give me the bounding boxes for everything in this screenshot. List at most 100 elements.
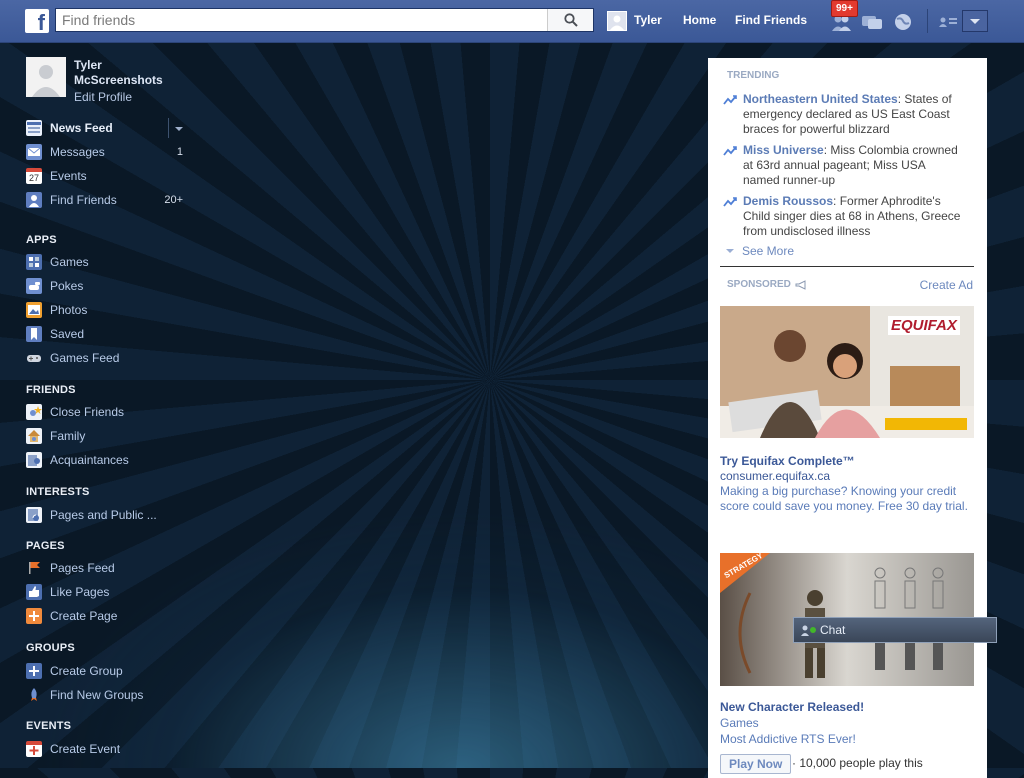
sidebar-item-label: Like Pages (50, 585, 110, 599)
messages-icon[interactable] (861, 12, 883, 32)
flag-icon (26, 560, 42, 576)
sidebar-item-label: Pages and Public ... (50, 508, 157, 522)
equifax-logo: EQUIFAX (888, 316, 960, 335)
sidebar-item-games[interactable]: Games (26, 251, 186, 273)
bookmark-icon (26, 326, 42, 342)
sidebar-item-create-page[interactable]: Create Page (26, 605, 186, 627)
acquaintances-icon (26, 452, 42, 468)
profile-last-name[interactable]: McScreenshots (74, 73, 163, 88)
sidebar-item-saved[interactable]: Saved (26, 323, 186, 345)
play-now-button[interactable]: Play Now (720, 754, 792, 774)
ad-category[interactable]: Games (720, 716, 976, 731)
sponsored-label: SPONSORED (727, 279, 791, 290)
user-avatar[interactable] (607, 11, 627, 31)
ad-url[interactable]: consumer.equifax.ca (720, 469, 976, 484)
section-heading-events[interactable]: EVENTS (26, 720, 71, 732)
sidebar-item-find-new-groups[interactable]: Find New Groups (26, 684, 186, 706)
ad-title[interactable]: Try Equifax Complete™ (720, 454, 855, 468)
sidebar-item-events[interactable]: 27 Events (26, 165, 186, 187)
sidebar-item-label: Games (50, 255, 89, 269)
trending-item[interactable]: Northeastern United States: States of em… (723, 92, 963, 137)
game-controller-icon (26, 350, 42, 366)
search-input[interactable] (56, 9, 560, 31)
section-heading-apps[interactable]: APPS (26, 234, 57, 246)
news-feed-options-chevron-icon[interactable] (175, 127, 183, 131)
sidebar-item-label: Find Friends (50, 193, 117, 207)
sidebar-item-like-pages[interactable]: Like Pages (26, 581, 186, 603)
sidebar-item-pages-and-public[interactable]: Pages and Public ... (26, 504, 186, 526)
sidebar-item-label: Create Group (50, 664, 123, 678)
equifax-ad-image[interactable]: EQUIFAX (720, 306, 974, 438)
find-friends-link[interactable]: Find Friends (735, 13, 807, 27)
sidebar-item-acquaintances[interactable]: Acquaintances (26, 449, 186, 471)
trending-topic[interactable]: Northeastern United States (743, 92, 898, 106)
sidebar-item-create-group[interactable]: Create Group (26, 660, 186, 682)
rss-feed-icon (26, 507, 42, 523)
section-heading-interests[interactable]: INTERESTS (26, 486, 90, 498)
ad-title[interactable]: New Character Released! (720, 700, 864, 714)
account-menu-button[interactable] (962, 10, 988, 32)
sidebar-item-label: Pages Feed (50, 561, 115, 575)
sidebar-item-messages[interactable]: Messages 1 (26, 141, 186, 163)
chevron-down-icon (726, 249, 734, 253)
edit-profile-link[interactable]: Edit Profile (74, 90, 132, 104)
calendar-icon: 27 (26, 168, 42, 184)
friend-requests-count: 20+ (164, 194, 183, 206)
trending-arrow-icon (723, 146, 737, 156)
poke-hand-icon (26, 278, 42, 294)
sidebar-item-label: Close Friends (50, 405, 125, 419)
sidebar-item-photos[interactable]: Photos (26, 299, 186, 321)
search-icon (563, 13, 578, 27)
create-page-plus-icon (26, 608, 42, 624)
sidebar-item-close-friends[interactable]: Close Friends (26, 401, 186, 423)
notifications-globe-icon[interactable] (892, 12, 914, 32)
trending-item[interactable]: Demis Roussos: Former Aphrodite's Child … (723, 194, 963, 239)
games-icon (26, 254, 42, 270)
trending-topic[interactable]: Demis Roussos (743, 194, 833, 208)
avatar-silhouette-icon (26, 57, 66, 97)
profile-link[interactable]: Tyler (634, 13, 662, 27)
sidebar-item-label: Create Event (50, 742, 121, 756)
right-sidebar: TRENDING Northeastern United States: Sta… (708, 58, 987, 778)
section-heading-groups[interactable]: GROUPS (26, 642, 75, 654)
trending-heading: TRENDING (727, 70, 780, 81)
home-link[interactable]: Home (683, 13, 716, 27)
profile-name[interactable]: Tyler McScreenshots (74, 58, 163, 88)
privacy-shortcuts-icon[interactable] (937, 12, 959, 32)
sidebar-item-label: Create Page (50, 609, 118, 623)
sidebar-item-label: Saved (50, 327, 85, 341)
section-heading-pages[interactable]: PAGES (26, 540, 65, 552)
sidebar-item-label: Messages (50, 145, 105, 159)
avatar-silhouette-icon (610, 15, 624, 30)
close-friends-star-icon (26, 404, 42, 420)
search-button[interactable] (547, 9, 593, 31)
news-feed-icon (26, 120, 42, 136)
chat-sidebar-toggle[interactable]: Chat (793, 617, 997, 643)
sidebar-item-games-feed[interactable]: Games Feed (26, 347, 186, 369)
see-more-link[interactable]: See More (724, 244, 794, 258)
sidebar-item-news-feed[interactable]: News Feed (26, 117, 186, 139)
sidebar-item-find-friends[interactable]: Find Friends 20+ (26, 189, 186, 211)
sidebar-item-label: Events (50, 169, 87, 183)
photos-icon (26, 302, 42, 318)
create-ad-link[interactable]: Create Ad (920, 278, 973, 292)
megaphone-icon (795, 279, 806, 290)
sidebar-item-label: Pokes (50, 279, 84, 293)
profile-first-name[interactable]: Tyler (74, 58, 163, 73)
page-scrollbar[interactable] (996, 42, 1011, 768)
sidebar-item-family[interactable]: Family (26, 425, 186, 447)
sponsored-heading: SPONSORED (727, 279, 807, 290)
trending-item[interactable]: Miss Universe: Miss Colombia crowned at … (723, 143, 963, 188)
section-heading-friends[interactable]: FRIENDS (26, 384, 76, 396)
facebook-logo-icon[interactable]: f (25, 9, 49, 33)
profile-picture[interactable] (26, 57, 66, 97)
sidebar-item-pokes[interactable]: Pokes (26, 275, 186, 297)
trending-topic[interactable]: Miss Universe (743, 143, 824, 157)
messages-icon (26, 144, 42, 160)
rocket-icon (26, 687, 42, 703)
chevron-down-icon (970, 19, 980, 24)
sidebar-item-create-event[interactable]: Create Event (26, 738, 186, 760)
sidebar-item-pages-feed[interactable]: Pages Feed (26, 557, 186, 579)
topbar-divider (927, 9, 928, 33)
ad-body: Making a big purchase? Knowing your cred… (720, 484, 968, 513)
